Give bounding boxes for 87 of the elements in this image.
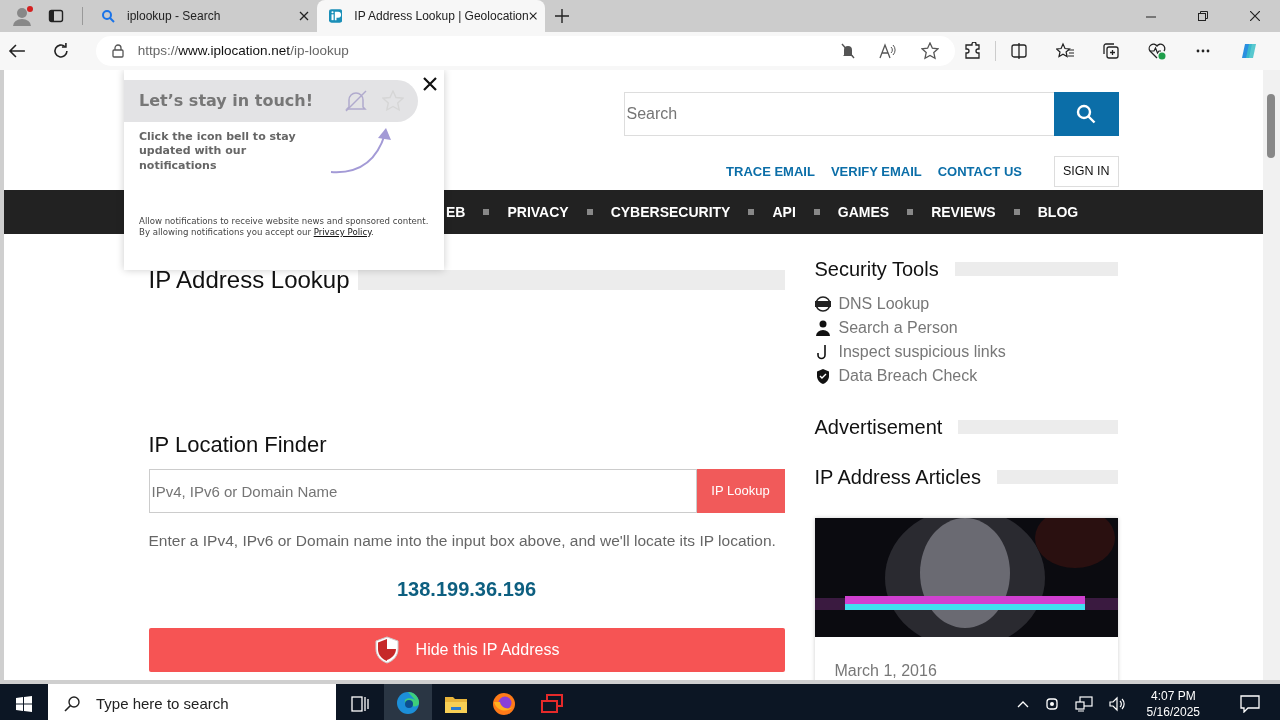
tool-link[interactable]: DNS Lookup [838, 292, 930, 316]
read-aloud-icon[interactable] [879, 43, 897, 59]
extensions-icon[interactable] [963, 42, 981, 60]
close-icon[interactable] [299, 11, 309, 21]
ip-input-field[interactable]: IPv4, IPv6 or Domain Name [148, 469, 697, 513]
favorites-icon[interactable] [1056, 42, 1074, 60]
browser-tab[interactable]: IP Address Lookup | Geolocation [317, 0, 545, 32]
nav-link[interactable]: BLOG [1037, 201, 1079, 223]
back-icon[interactable] [8, 43, 26, 59]
close-icon[interactable] [1250, 11, 1260, 21]
search-icon [64, 696, 80, 712]
shield-icon [814, 368, 831, 384]
person-icon [814, 320, 831, 336]
health-icon[interactable] [1148, 42, 1166, 60]
consent-text: Allow notifications to receive website news and sponsored content. By allowing notifications you accept our Privacy Policy. [139, 216, 430, 238]
muted-bell-icon[interactable] [841, 43, 855, 59]
nav-separator [813, 209, 820, 215]
nav-separator [748, 209, 755, 215]
chevron-up-icon[interactable] [1016, 700, 1029, 708]
search-icon [1076, 104, 1096, 124]
search-field[interactable]: Search [623, 92, 1054, 136]
nav-link[interactable]: CYBERSECURITY [610, 201, 731, 223]
nav-link[interactable]: GAMES [837, 201, 890, 223]
nav-link[interactable]: EB [446, 201, 466, 223]
taskbar-app[interactable] [384, 684, 432, 720]
browser-tab[interactable]: iplookup - Search [89, 0, 317, 32]
scrollbar[interactable] [1263, 70, 1280, 680]
nav-link[interactable]: API [772, 201, 796, 223]
section-title: IP Address Articles [814, 465, 981, 490]
copilot-icon[interactable] [1240, 42, 1258, 60]
taskbar-search-field[interactable]: Type here to search [48, 684, 336, 720]
nav-separator [907, 209, 914, 215]
meet-icon[interactable] [1044, 696, 1059, 712]
article-card[interactable]: March 1, 2016 [814, 518, 1118, 680]
sign-in-button[interactable]: SIGN IN [1053, 156, 1119, 187]
split-screen-icon[interactable] [1010, 42, 1028, 60]
clock[interactable]: 4:07 PM 5/16/2025 [1142, 687, 1204, 720]
search-icon [101, 9, 115, 23]
tool-link[interactable]: Search a Person [838, 316, 958, 340]
curved-arrow-icon [329, 126, 393, 176]
shield-icon [373, 636, 400, 665]
section-title: Advertisement [814, 415, 943, 440]
edge-icon [396, 691, 420, 715]
search-button[interactable] [1053, 92, 1119, 136]
task-view-icon [351, 696, 369, 712]
tab-title: IP Address Lookup | Geolocation [354, 8, 529, 25]
nav-separator [586, 209, 593, 215]
lock-icon [111, 44, 124, 58]
address-bar[interactable]: https://www.iplocation.net/ip-lookup [95, 36, 955, 66]
nav-link[interactable]: REVIEWS [931, 201, 996, 223]
section-title: Security Tools [814, 257, 939, 282]
star-icon[interactable] [921, 42, 939, 60]
article-date: March 1, 2016 [833, 661, 938, 680]
ip-address: 138.199.36.196 [396, 577, 537, 603]
collections-icon[interactable] [1102, 42, 1120, 60]
firefox-icon [492, 692, 516, 716]
instruction-text: Enter a IPv4, IPv6 or Domain name into the input box above, and we'll locate its IP location. [148, 531, 777, 551]
close-icon[interactable] [528, 11, 537, 21]
refresh-icon[interactable] [51, 42, 70, 60]
header-link[interactable]: VERIFY EMAIL [830, 161, 922, 182]
section-title: IP Location Finder [148, 431, 328, 459]
network-icon[interactable] [1074, 696, 1093, 712]
windows-stack-icon [540, 694, 564, 714]
folder-icon [444, 694, 468, 714]
popup-title: Let’s stay in touch! [139, 90, 313, 112]
nav-separator [1013, 209, 1020, 215]
speaker-icon[interactable] [1108, 696, 1127, 712]
header-link[interactable]: TRACE EMAIL [726, 161, 815, 182]
site-logo-icon [329, 8, 343, 24]
nav-separator [483, 209, 490, 215]
header-link[interactable]: CONTACT US [937, 161, 1022, 182]
notification-icon[interactable] [1240, 695, 1260, 713]
popup-text: Click the icon bell to stay updated with our notifications [139, 130, 297, 174]
new-tab-icon[interactable] [555, 9, 569, 23]
privacy-policy-link[interactable]: Privacy Policy [313, 226, 371, 237]
tool-link[interactable]: Data Breach Check [838, 364, 978, 388]
windows-start-icon[interactable] [16, 696, 32, 712]
profile-icon[interactable] [12, 5, 34, 27]
close-icon[interactable] [423, 77, 437, 91]
tool-link[interactable]: Inspect suspicious links [838, 340, 1006, 364]
page-title: IP Address Lookup [148, 265, 350, 295]
url-text: https://www.iplocation.net/ip-lookup [137, 41, 349, 60]
tab-title: iplookup - Search [127, 8, 222, 25]
nav-link[interactable]: PRIVACY [507, 201, 569, 223]
globe-icon [814, 296, 831, 312]
tab-actions-icon[interactable] [48, 8, 64, 24]
restore-icon[interactable] [1198, 11, 1208, 21]
